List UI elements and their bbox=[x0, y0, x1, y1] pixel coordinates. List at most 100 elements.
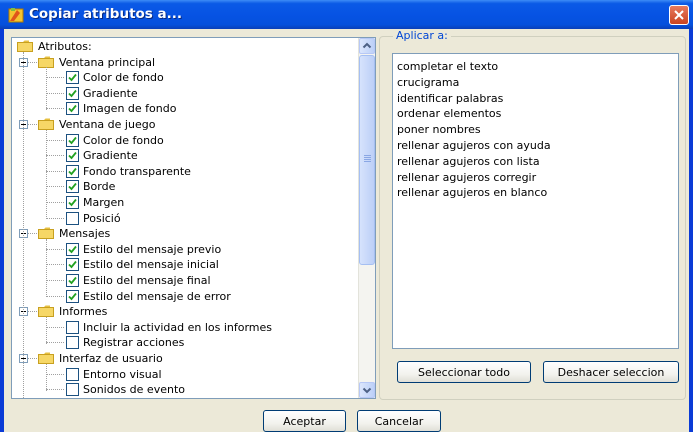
list-item[interactable]: identificar palabras bbox=[397, 91, 503, 106]
cancel-button[interactable]: Cancelar bbox=[357, 410, 441, 432]
item-label: Sonidos de evento bbox=[83, 383, 185, 397]
group-label: Ventana principal bbox=[59, 55, 156, 69]
tree-item[interactable]: Gradiente bbox=[12, 148, 358, 164]
tree-group[interactable]: Mensajes bbox=[12, 226, 358, 242]
deselect-button[interactable]: Deshacer seleccion bbox=[543, 361, 679, 383]
group-label: Informes bbox=[59, 305, 108, 319]
item-checkbox[interactable] bbox=[66, 180, 79, 194]
item-label: Posició bbox=[83, 211, 121, 225]
folder-icon bbox=[38, 227, 54, 240]
item-label: Estilo del mensaje previo bbox=[83, 242, 222, 256]
list-item[interactable]: rellenar agujeros corregir bbox=[397, 170, 536, 185]
tree-item[interactable]: Fondo transparente bbox=[12, 164, 358, 180]
list-item[interactable]: rellenar agujeros con ayuda bbox=[397, 138, 551, 153]
item-checkbox[interactable] bbox=[66, 102, 79, 116]
apply-label: Aplicar a: bbox=[393, 29, 451, 43]
check-icon bbox=[68, 167, 77, 176]
group-label: Interfaz de usuario bbox=[59, 352, 163, 365]
chevron-down-icon bbox=[362, 387, 372, 394]
list-item[interactable]: rellenar agujeros con lista bbox=[397, 154, 540, 169]
scroll-up-button[interactable] bbox=[359, 38, 375, 54]
item-label: Gradiente bbox=[83, 149, 138, 163]
tree-item[interactable]: Imagen de fondo bbox=[12, 101, 358, 117]
check-icon bbox=[68, 74, 77, 82]
item-label: Borde bbox=[83, 180, 116, 194]
item-checkbox[interactable] bbox=[66, 367, 79, 381]
check-icon bbox=[68, 292, 77, 300]
select-all-button[interactable]: Seleccionar todo bbox=[397, 361, 531, 383]
item-checkbox[interactable] bbox=[66, 71, 79, 85]
item-label: Color de fondo bbox=[83, 71, 164, 85]
item-checkbox[interactable] bbox=[66, 336, 79, 350]
tree-item[interactable]: Estilo del mensaje de error bbox=[12, 289, 358, 305]
list-item[interactable]: completar el texto bbox=[397, 59, 498, 74]
tree-item[interactable]: Incluir la actividad en los informes bbox=[12, 320, 358, 336]
app-icon bbox=[8, 8, 24, 23]
item-label: Incluir la actividad en los informes bbox=[83, 320, 273, 334]
item-checkbox[interactable] bbox=[66, 242, 79, 256]
check-icon bbox=[68, 276, 77, 285]
tree-item[interactable]: Gradiente bbox=[12, 86, 358, 102]
tree-group[interactable]: Interfaz de usuario bbox=[12, 351, 358, 367]
check-icon bbox=[68, 136, 77, 144]
tree-item[interactable]: Registrar acciones bbox=[12, 335, 358, 351]
item-checkbox[interactable] bbox=[66, 149, 79, 163]
scroll-thumb[interactable] bbox=[359, 55, 375, 265]
tree-item[interactable]: Color de fondo bbox=[12, 133, 358, 149]
item-label: Estilo del mensaje final bbox=[83, 274, 211, 287]
check-icon bbox=[68, 105, 77, 113]
item-label: Color de fondo bbox=[83, 133, 164, 147]
item-label: Fondo transparente bbox=[83, 164, 191, 178]
list-item[interactable]: rellenar agujeros en blanco bbox=[397, 185, 547, 200]
close-icon bbox=[674, 10, 684, 20]
item-checkbox[interactable] bbox=[66, 320, 79, 334]
window-title: Copiar atributos a... bbox=[29, 6, 183, 22]
tree-item[interactable]: Borde bbox=[12, 179, 358, 195]
tree-group[interactable]: Ventana principal bbox=[12, 55, 358, 71]
check-icon bbox=[68, 183, 77, 191]
tree-item[interactable]: Sonidos de evento bbox=[12, 382, 358, 398]
item-checkbox[interactable] bbox=[66, 383, 79, 397]
item-checkbox[interactable] bbox=[66, 133, 79, 147]
folder-icon bbox=[38, 56, 54, 68]
tree-item[interactable]: Margen bbox=[12, 195, 358, 211]
tree-root[interactable]: Atributos: bbox=[12, 39, 358, 55]
list-item[interactable]: crucigrama bbox=[397, 75, 459, 90]
item-label: Margen bbox=[83, 196, 125, 209]
item-checkbox[interactable] bbox=[66, 196, 79, 209]
list-item[interactable]: poner nombres bbox=[397, 122, 481, 137]
item-checkbox[interactable] bbox=[66, 258, 79, 272]
tree-group[interactable]: Informes bbox=[12, 304, 358, 320]
group-label: Mensajes bbox=[59, 227, 111, 241]
close-button[interactable] bbox=[669, 5, 689, 25]
attributes-tree[interactable]: Atributos: Ventana principal Color de fond… bbox=[11, 37, 376, 399]
tree-group[interactable]: Ventana de juego bbox=[12, 117, 358, 133]
item-label: Imagen de fondo bbox=[83, 102, 177, 116]
item-checkbox[interactable] bbox=[66, 274, 79, 287]
item-checkbox[interactable] bbox=[66, 164, 79, 178]
folder-icon bbox=[38, 305, 54, 318]
item-label: Estilo del mensaje de error bbox=[83, 289, 231, 303]
title-bar[interactable]: Copiar atributos a... bbox=[0, 0, 693, 29]
tree-item[interactable]: Color de fondo bbox=[12, 70, 358, 86]
tree-scrollbar[interactable] bbox=[358, 38, 375, 398]
item-checkbox[interactable] bbox=[66, 86, 79, 100]
folder-icon bbox=[17, 40, 33, 52]
ok-button[interactable]: Aceptar bbox=[263, 410, 346, 432]
tree-item[interactable]: Entorno visual bbox=[12, 367, 358, 383]
tree-item[interactable]: Estilo del mensaje final bbox=[12, 273, 358, 289]
group-label: Ventana de juego bbox=[59, 118, 156, 131]
item-label: Registrar acciones bbox=[83, 336, 185, 350]
list-item[interactable]: ordenar elementos bbox=[397, 106, 501, 121]
tree-item[interactable]: Estilo del mensaje previo bbox=[12, 242, 358, 258]
item-label: Gradiente bbox=[83, 86, 138, 100]
item-checkbox[interactable] bbox=[66, 289, 79, 303]
check-icon bbox=[68, 152, 77, 160]
tree-item[interactable]: Estilo del mensaje inicial bbox=[12, 257, 358, 273]
scroll-down-button[interactable] bbox=[359, 382, 375, 398]
tree-item[interactable]: Posició bbox=[12, 211, 358, 227]
chevron-up-icon bbox=[362, 42, 372, 49]
item-checkbox[interactable] bbox=[66, 211, 79, 225]
apply-listbox[interactable]: completar el texto crucigrama identificar … bbox=[392, 53, 679, 349]
dialog-window: Copiar atributos a... Atributos: Ventana … bbox=[0, 0, 693, 432]
